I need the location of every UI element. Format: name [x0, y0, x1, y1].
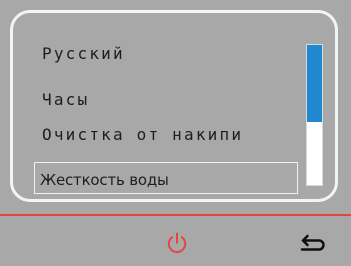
appliance-display: Русский Часы Очистка от накипи Жесткость… [0, 0, 351, 266]
menu-item-descaling[interactable]: Очистка от накипи [42, 125, 243, 144]
scrollbar-thumb[interactable] [307, 45, 322, 122]
menu-item-clock[interactable]: Часы [42, 90, 89, 109]
divider-red [0, 214, 351, 216]
back-arrow-icon [300, 234, 325, 251]
back-button[interactable] [298, 231, 326, 253]
menu-item-water-hardness[interactable]: Жесткость воды [34, 162, 298, 194]
power-button[interactable] [165, 231, 189, 255]
menu-scrollbar[interactable] [306, 44, 323, 186]
menu-item-language[interactable]: Русский [42, 44, 125, 63]
power-icon [167, 232, 187, 253]
menu-item-water-hardness-label: Жесткость воды [40, 171, 169, 189]
